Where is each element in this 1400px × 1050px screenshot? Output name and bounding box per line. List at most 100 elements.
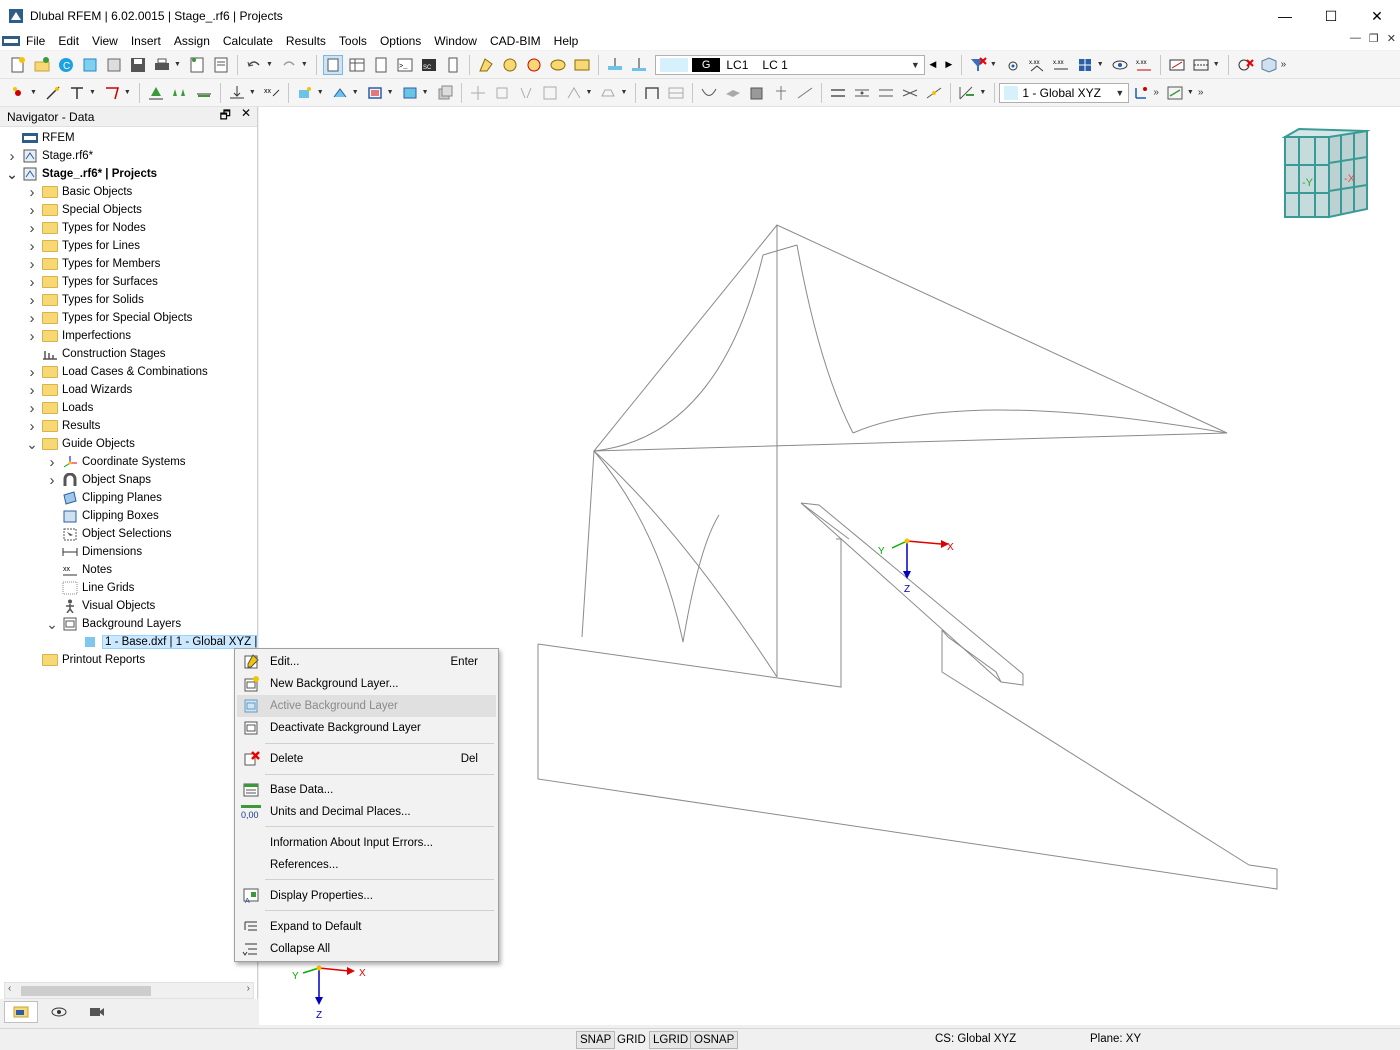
scroll-left-icon[interactable]: ‹: [8, 983, 11, 994]
menu-results[interactable]: Results: [286, 34, 334, 48]
tree-item[interactable]: › Types for Special Objects: [26, 309, 193, 327]
chevron-right-icon[interactable]: ›: [26, 400, 38, 417]
surface-shape-icon[interactable]: [723, 83, 743, 103]
cs-edit-icon[interactable]: [1131, 83, 1151, 103]
context-menu-delete[interactable]: Delete Del: [237, 748, 496, 770]
tree-item[interactable]: › Types for Nodes: [26, 219, 146, 237]
report-icon[interactable]: [187, 55, 207, 75]
tree-item[interactable]: › Load Cases & Combinations: [26, 363, 208, 381]
more-tools-2-icon[interactable]: »: [1153, 87, 1159, 98]
tree-item[interactable]: › Types for Surfaces: [26, 273, 158, 291]
tree-item[interactable]: › Imperfections: [26, 327, 132, 345]
menu-insert[interactable]: Insert: [131, 34, 169, 48]
chevron-right-icon[interactable]: ›: [26, 364, 38, 381]
tree-item[interactable]: Construction Stages: [26, 345, 166, 363]
tree-item[interactable]: Clipping Planes: [46, 489, 162, 507]
nodal-load-icon[interactable]: [227, 83, 247, 103]
open-folder-icon[interactable]: [32, 55, 52, 75]
chevron-right-icon[interactable]: ›: [26, 238, 38, 255]
dimension-xxx-icon[interactable]: x.xx: [1027, 55, 1047, 75]
chevron-right-icon[interactable]: ›: [26, 292, 38, 309]
select-box-icon[interactable]: [365, 83, 385, 103]
navigator-float-icon[interactable]: 🗗: [220, 106, 231, 127]
rotate-icon[interactable]: [492, 83, 512, 103]
chevron-down-icon[interactable]: ⌄: [26, 437, 38, 451]
tree-item[interactable]: › Types for Members: [26, 255, 161, 273]
chevron-right-icon[interactable]: ›: [26, 256, 38, 273]
chevron-right-icon[interactable]: ›: [26, 184, 38, 201]
document-menu-icon[interactable]: [2, 34, 20, 48]
osnap-toggle[interactable]: OSNAP: [690, 1031, 739, 1049]
print-dropdown-icon[interactable]: ▼: [174, 61, 181, 68]
select-box-dropdown-icon[interactable]: ▼: [387, 89, 394, 96]
tree-item[interactable]: › Basic Objects: [26, 183, 133, 201]
tree-item[interactable]: xx Notes: [46, 561, 112, 579]
tab-data[interactable]: [4, 1001, 38, 1023]
load-case-down-icon[interactable]: [629, 55, 649, 75]
snap-toggle[interactable]: SNAP: [576, 1031, 616, 1049]
table-grid-icon[interactable]: [666, 83, 686, 103]
redo-icon[interactable]: [279, 55, 299, 75]
tree-item[interactable]: Printout Reports: [26, 651, 145, 669]
tree-item[interactable]: 1 - Base.dxf | 1 - Global XYZ | 0: [66, 633, 258, 651]
previous-load-case-icon[interactable]: ◀: [927, 55, 939, 75]
tree-item[interactable]: › Special Objects: [26, 201, 142, 219]
chevron-right-icon[interactable]: ›: [6, 148, 18, 165]
chevron-right-icon[interactable]: ›: [26, 328, 38, 345]
arc-icon[interactable]: [699, 83, 719, 103]
chevron-right-icon[interactable]: ›: [26, 274, 38, 291]
menu-tools[interactable]: Tools: [339, 34, 375, 48]
select-lines-icon[interactable]: [330, 83, 350, 103]
tree-item[interactable]: › Loads: [26, 399, 94, 417]
member-dropdown-icon[interactable]: ▼: [89, 89, 96, 96]
surface-support-icon[interactable]: [194, 83, 214, 103]
menu-window[interactable]: Window: [434, 34, 485, 48]
menu-calculate[interactable]: Calculate: [223, 34, 281, 48]
new-surface-icon[interactable]: [102, 83, 122, 103]
optimization-icon[interactable]: [524, 55, 544, 75]
solid-icon[interactable]: [747, 83, 767, 103]
display-settings-icon[interactable]: [1167, 55, 1187, 75]
scroll-right-icon[interactable]: ›: [247, 983, 250, 994]
grid-toggle[interactable]: GRID: [614, 1031, 649, 1049]
load-case-select[interactable]: G LC1 LC 1 ▼: [654, 54, 925, 75]
chevron-right-icon[interactable]: ›: [26, 220, 38, 237]
context-menu-base-data[interactable]: Base Data...: [237, 779, 496, 801]
join-icon[interactable]: [876, 83, 896, 103]
tree-item[interactable]: Line Grids: [46, 579, 134, 597]
measure-dropdown-icon[interactable]: ▼: [979, 89, 986, 96]
node-dropdown-icon[interactable]: ▼: [30, 89, 37, 96]
cloud-icon[interactable]: C: [56, 55, 76, 75]
script-icon[interactable]: SC: [419, 55, 439, 75]
measure-icon[interactable]: [957, 83, 977, 103]
tree-item[interactable]: ⌄ Guide Objects: [26, 435, 135, 453]
tree-item[interactable]: Object Selections: [46, 525, 172, 543]
print-preview-icon[interactable]: [104, 55, 124, 75]
tree-item[interactable]: Visual Objects: [46, 597, 155, 615]
new-node-icon[interactable]: [8, 83, 28, 103]
menu-assign[interactable]: Assign: [174, 34, 218, 48]
structure-dropdown-icon[interactable]: ▼: [1213, 61, 1220, 68]
navigator-toggle-icon[interactable]: [322, 54, 343, 75]
undo-dropdown-icon[interactable]: ▼: [266, 61, 273, 68]
display-cube-icon[interactable]: [1075, 55, 1095, 75]
context-menu-edit[interactable]: Edit... Enter: [237, 651, 496, 673]
surface-dropdown-icon[interactable]: ▼: [124, 89, 131, 96]
menu-view[interactable]: View: [92, 34, 126, 48]
select-nodes-icon[interactable]: [295, 83, 315, 103]
copy-object-icon[interactable]: [435, 83, 455, 103]
more-tools-3-icon[interactable]: »: [1198, 87, 1204, 98]
line-support-icon[interactable]: [170, 83, 190, 103]
calculate-icon[interactable]: [476, 55, 496, 75]
mdi-close-button[interactable]: ✕: [1387, 32, 1396, 45]
more-tools-icon[interactable]: »: [1281, 59, 1287, 70]
tree-item[interactable]: Clipping Boxes: [46, 507, 159, 525]
navigator-scrollbar[interactable]: ‹ ›: [4, 982, 254, 999]
menu-cad-bim[interactable]: CAD-BIM: [490, 34, 549, 48]
table-icon[interactable]: [347, 55, 367, 75]
display-dropdown-icon[interactable]: ▼: [1097, 61, 1104, 68]
select-filter-dropdown-icon[interactable]: ▼: [422, 89, 429, 96]
tree-item[interactable]: Dimensions: [46, 543, 142, 561]
project-dropdown-icon[interactable]: ▼: [586, 89, 593, 96]
extrude-dropdown-icon[interactable]: ▼: [620, 89, 627, 96]
